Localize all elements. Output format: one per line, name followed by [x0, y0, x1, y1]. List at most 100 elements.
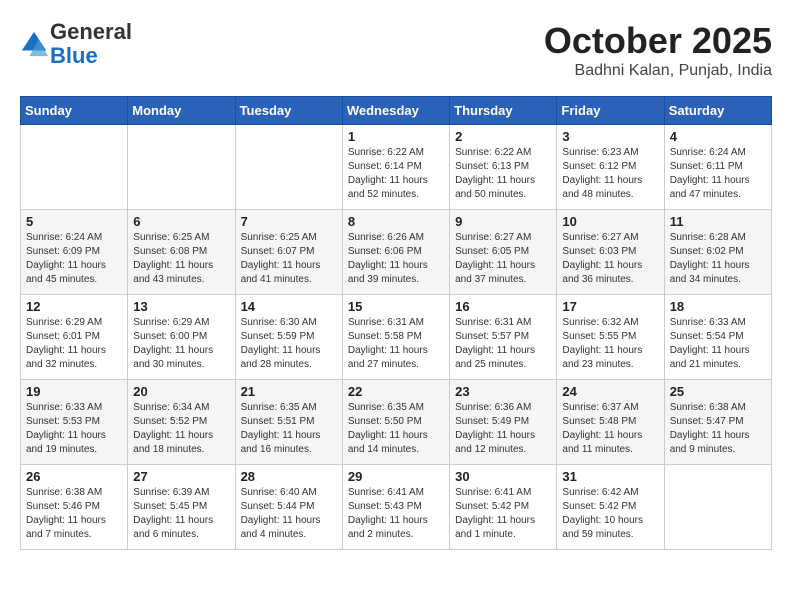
- calendar-cell: 24Sunrise: 6:37 AM Sunset: 5:48 PM Dayli…: [557, 380, 664, 465]
- calendar-cell: 16 Sunrise: 6:31 AM Sunset: 5:57 PM Dayli…: [450, 295, 557, 380]
- calendar: SundayMondayTuesdayWednesdayThursdayFrid…: [20, 96, 772, 550]
- calendar-week-row: 19 Sunrise: 6:33 AM Sunset: 5:53 PM Dayli…: [21, 380, 772, 465]
- day-info: Sunrise: 6:35 AM Sunset: 5:51 PM Dayligh…: [241, 401, 337, 457]
- calendar-cell: 30 Sunrise: 6:41 AM Sunset: 5:42 PM Dayli…: [450, 465, 557, 550]
- day-info: Sunrise: 6:31 AM Sunset: 5:57 PM Dayligh…: [455, 316, 551, 372]
- calendar-cell: 21 Sunrise: 6:35 AM Sunset: 5:51 PM Dayli…: [235, 380, 342, 465]
- day-info: Sunrise: 6:33 AM Sunset: 5:53 PM Dayligh…: [26, 401, 122, 457]
- calendar-cell: [235, 125, 342, 210]
- day-number: 13: [133, 299, 229, 314]
- day-info: Sunrise: 6:41 AM Sunset: 5:42 PM Dayligh…: [455, 486, 551, 542]
- day-info: Sunrise: 6:38 AM Sunset: 5:46 PM Dayligh…: [26, 486, 122, 542]
- calendar-cell: [664, 465, 771, 550]
- calendar-cell: 15 Sunrise: 6:31 AM Sunset: 5:58 PM Dayli…: [342, 295, 449, 380]
- calendar-cell: 28Sunrise: 6:40 AM Sunset: 5:44 PM Dayli…: [235, 465, 342, 550]
- day-info: Sunrise: 6:31 AM Sunset: 5:58 PM Dayligh…: [348, 316, 444, 372]
- logo: General Blue: [20, 20, 132, 68]
- day-number: 17: [562, 299, 658, 314]
- day-number: 10: [562, 214, 658, 229]
- day-info: Sunrise: 6:36 AM Sunset: 5:49 PM Dayligh…: [455, 401, 551, 457]
- calendar-cell: 14 Sunrise: 6:30 AM Sunset: 5:59 PM Dayli…: [235, 295, 342, 380]
- calendar-cell: 27 Sunrise: 6:39 AM Sunset: 5:45 PM Dayli…: [128, 465, 235, 550]
- day-info: Sunrise: 6:32 AM Sunset: 5:55 PM Dayligh…: [562, 316, 658, 372]
- day-number: 21: [241, 384, 337, 399]
- weekday-header: Thursday: [450, 97, 557, 125]
- calendar-cell: 9Sunrise: 6:27 AM Sunset: 6:05 PM Daylig…: [450, 210, 557, 295]
- day-info: Sunrise: 6:30 AM Sunset: 5:59 PM Dayligh…: [241, 316, 337, 372]
- calendar-cell: 1 Sunrise: 6:22 AM Sunset: 6:14 PM Daylig…: [342, 125, 449, 210]
- calendar-cell: 19 Sunrise: 6:33 AM Sunset: 5:53 PM Dayli…: [21, 380, 128, 465]
- day-number: 25: [670, 384, 766, 399]
- day-info: Sunrise: 6:24 AM Sunset: 6:11 PM Dayligh…: [670, 146, 766, 202]
- weekday-header: Wednesday: [342, 97, 449, 125]
- logo-icon: [20, 30, 48, 58]
- calendar-cell: 2 Sunrise: 6:22 AM Sunset: 6:13 PM Daylig…: [450, 125, 557, 210]
- day-info: Sunrise: 6:27 AM Sunset: 6:05 PM Dayligh…: [455, 231, 551, 287]
- day-number: 2: [455, 129, 551, 144]
- calendar-cell: 10Sunrise: 6:27 AM Sunset: 6:03 PM Dayli…: [557, 210, 664, 295]
- calendar-cell: 18 Sunrise: 6:33 AM Sunset: 5:54 PM Dayli…: [664, 295, 771, 380]
- day-info: Sunrise: 6:37 AM Sunset: 5:48 PM Dayligh…: [562, 401, 658, 457]
- logo-text: General Blue: [50, 20, 132, 68]
- calendar-cell: 17 Sunrise: 6:32 AM Sunset: 5:55 PM Dayli…: [557, 295, 664, 380]
- day-number: 22: [348, 384, 444, 399]
- day-info: Sunrise: 6:25 AM Sunset: 6:07 PM Dayligh…: [241, 231, 337, 287]
- day-number: 8: [348, 214, 444, 229]
- day-info: Sunrise: 6:33 AM Sunset: 5:54 PM Dayligh…: [670, 316, 766, 372]
- calendar-cell: 26 Sunrise: 6:38 AM Sunset: 5:46 PM Dayli…: [21, 465, 128, 550]
- calendar-cell: 5Sunrise: 6:24 AM Sunset: 6:09 PM Daylig…: [21, 210, 128, 295]
- day-number: 27: [133, 469, 229, 484]
- day-number: 31: [562, 469, 658, 484]
- day-info: Sunrise: 6:28 AM Sunset: 6:02 PM Dayligh…: [670, 231, 766, 287]
- day-info: Sunrise: 6:38 AM Sunset: 5:47 PM Dayligh…: [670, 401, 766, 457]
- day-info: Sunrise: 6:41 AM Sunset: 5:43 PM Dayligh…: [348, 486, 444, 542]
- calendar-cell: 3 Sunrise: 6:23 AM Sunset: 6:12 PM Daylig…: [557, 125, 664, 210]
- calendar-cell: [21, 125, 128, 210]
- day-number: 23: [455, 384, 551, 399]
- day-number: 18: [670, 299, 766, 314]
- day-info: Sunrise: 6:22 AM Sunset: 6:14 PM Dayligh…: [348, 146, 444, 202]
- day-info: Sunrise: 6:39 AM Sunset: 5:45 PM Dayligh…: [133, 486, 229, 542]
- day-info: Sunrise: 6:23 AM Sunset: 6:12 PM Dayligh…: [562, 146, 658, 202]
- calendar-cell: 12 Sunrise: 6:29 AM Sunset: 6:01 PM Dayli…: [21, 295, 128, 380]
- day-number: 3: [562, 129, 658, 144]
- calendar-week-row: 1 Sunrise: 6:22 AM Sunset: 6:14 PM Daylig…: [21, 125, 772, 210]
- calendar-cell: 29Sunrise: 6:41 AM Sunset: 5:43 PM Dayli…: [342, 465, 449, 550]
- day-number: 15: [348, 299, 444, 314]
- day-info: Sunrise: 6:29 AM Sunset: 6:01 PM Dayligh…: [26, 316, 122, 372]
- weekday-header: Friday: [557, 97, 664, 125]
- day-number: 6: [133, 214, 229, 229]
- day-number: 14: [241, 299, 337, 314]
- day-info: Sunrise: 6:29 AM Sunset: 6:00 PM Dayligh…: [133, 316, 229, 372]
- day-number: 4: [670, 129, 766, 144]
- calendar-week-row: 12 Sunrise: 6:29 AM Sunset: 6:01 PM Dayli…: [21, 295, 772, 380]
- day-info: Sunrise: 6:35 AM Sunset: 5:50 PM Dayligh…: [348, 401, 444, 457]
- calendar-cell: 8Sunrise: 6:26 AM Sunset: 6:06 PM Daylig…: [342, 210, 449, 295]
- day-number: 7: [241, 214, 337, 229]
- calendar-week-row: 26 Sunrise: 6:38 AM Sunset: 5:46 PM Dayli…: [21, 465, 772, 550]
- logo-blue: Blue: [50, 43, 98, 68]
- day-info: Sunrise: 6:25 AM Sunset: 6:08 PM Dayligh…: [133, 231, 229, 287]
- calendar-cell: 4 Sunrise: 6:24 AM Sunset: 6:11 PM Daylig…: [664, 125, 771, 210]
- calendar-cell: 13 Sunrise: 6:29 AM Sunset: 6:00 PM Dayli…: [128, 295, 235, 380]
- weekday-header: Tuesday: [235, 97, 342, 125]
- weekday-header: Sunday: [21, 97, 128, 125]
- day-number: 19: [26, 384, 122, 399]
- weekday-header: Saturday: [664, 97, 771, 125]
- location-title: Badhni Kalan, Punjab, India: [544, 62, 772, 80]
- calendar-cell: 6 Sunrise: 6:25 AM Sunset: 6:08 PM Daylig…: [128, 210, 235, 295]
- day-number: 20: [133, 384, 229, 399]
- day-number: 30: [455, 469, 551, 484]
- day-number: 16: [455, 299, 551, 314]
- day-info: Sunrise: 6:24 AM Sunset: 6:09 PM Dayligh…: [26, 231, 122, 287]
- calendar-cell: [128, 125, 235, 210]
- day-number: 1: [348, 129, 444, 144]
- day-number: 11: [670, 214, 766, 229]
- day-info: Sunrise: 6:42 AM Sunset: 5:42 PM Dayligh…: [562, 486, 658, 542]
- calendar-week-row: 5Sunrise: 6:24 AM Sunset: 6:09 PM Daylig…: [21, 210, 772, 295]
- day-info: Sunrise: 6:22 AM Sunset: 6:13 PM Dayligh…: [455, 146, 551, 202]
- day-number: 26: [26, 469, 122, 484]
- day-number: 12: [26, 299, 122, 314]
- calendar-cell: 22 Sunrise: 6:35 AM Sunset: 5:50 PM Dayli…: [342, 380, 449, 465]
- calendar-cell: 11 Sunrise: 6:28 AM Sunset: 6:02 PM Dayli…: [664, 210, 771, 295]
